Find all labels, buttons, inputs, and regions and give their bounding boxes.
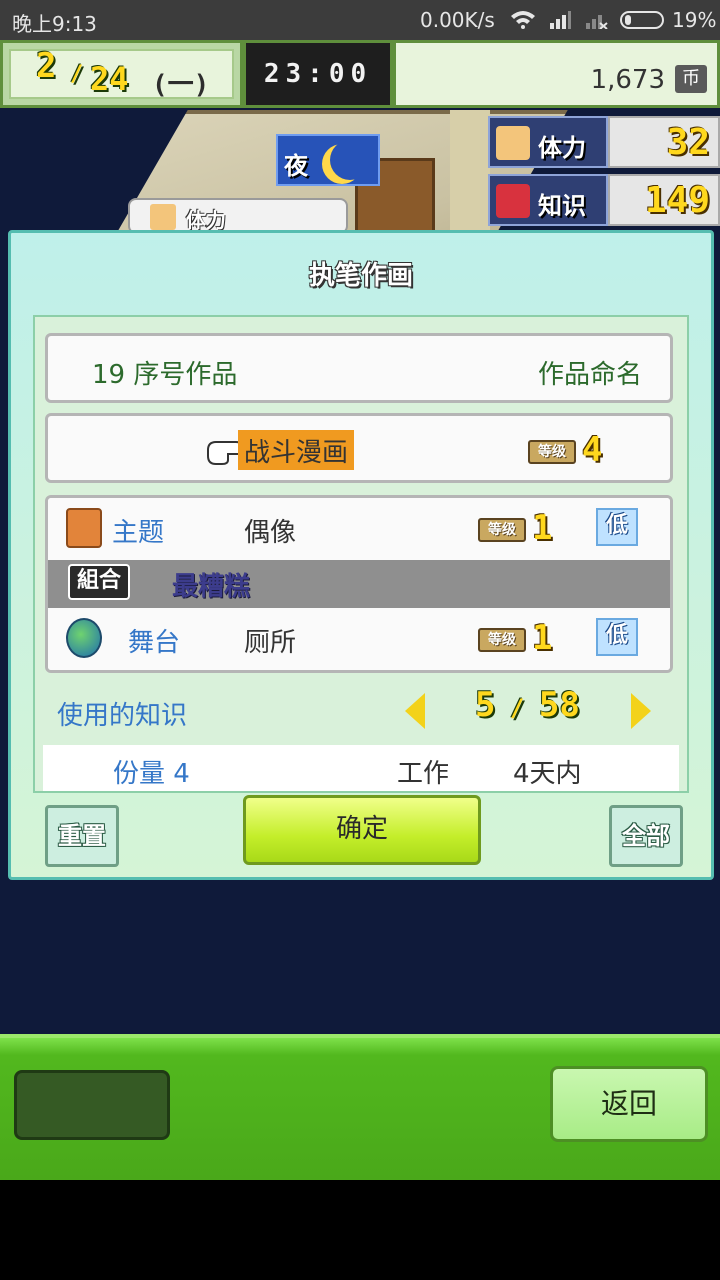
combo-rating-bar: 組合 最糟糕 xyxy=(48,560,670,608)
status-battery: 19% xyxy=(672,8,717,32)
date-day: 24 xyxy=(90,60,129,98)
stamina-bubble: 体力 xyxy=(128,198,348,234)
volume-text: 份量 4 xyxy=(113,759,190,789)
theme-grade-badge: 低 xyxy=(596,508,638,546)
create-work-dialog: 执笔作画 19 序号作品 作品命名 战斗漫画 等级 4 主题 偶像 等级 1 低… xyxy=(8,230,714,880)
theme-row[interactable]: 主题 偶像 等级 1 低 xyxy=(48,498,670,560)
all-button[interactable]: 全部 xyxy=(609,805,683,867)
combo-box: 主题 偶像 等级 1 低 組合 最糟糕 舞台 厕所 等级 1 低 xyxy=(45,495,673,673)
decrease-arrow-icon[interactable] xyxy=(405,693,425,729)
no-signal-icon xyxy=(586,15,608,29)
genre-level-value: 4 xyxy=(582,430,603,470)
knowledge-stat: 知识 149 xyxy=(488,174,720,226)
combo-label: 組合 xyxy=(68,564,130,600)
increase-arrow-icon[interactable] xyxy=(631,693,651,729)
stage-category: 舞台 xyxy=(128,628,181,658)
theme-level-value: 1 xyxy=(532,508,553,548)
theme-category: 主题 xyxy=(112,518,165,548)
battery-icon xyxy=(620,11,664,29)
date-slash: / xyxy=(70,62,84,87)
money-panel: 1,673 币 xyxy=(393,40,720,108)
knowledge-used-label: 使用的知识 xyxy=(57,701,188,731)
book-icon xyxy=(66,508,102,548)
knowledge-used-row: 使用的知识 5 / 58 xyxy=(45,685,673,735)
bottom-bar: 返回 xyxy=(0,1034,720,1180)
bottom-strip xyxy=(0,1180,720,1280)
stamina-value: 32 xyxy=(666,122,710,163)
level-badge-icon: 等级 xyxy=(478,628,526,652)
globe-icon xyxy=(66,618,102,658)
work-name-row[interactable]: 19 序号作品 作品命名 xyxy=(45,333,673,403)
stage-row[interactable]: 舞台 厕所 等级 1 低 xyxy=(48,608,670,670)
wifi-icon xyxy=(511,11,535,29)
stage-grade-badge: 低 xyxy=(596,618,638,656)
moon-icon xyxy=(330,140,370,180)
work-label: 工作 xyxy=(397,759,450,789)
status-net-speed: 0.00K/s xyxy=(420,8,495,32)
night-label: 夜 xyxy=(284,152,308,180)
back-button[interactable]: 返回 xyxy=(550,1066,708,1142)
confirm-button[interactable]: 确定 xyxy=(243,795,481,865)
coin-icon: 币 xyxy=(675,65,707,93)
bubble-label: 体力 xyxy=(186,208,226,232)
stage-level-value: 1 xyxy=(532,618,553,658)
date-month: 2 xyxy=(36,46,57,86)
genre-row[interactable]: 战斗漫画 等级 4 xyxy=(45,413,673,483)
genre-value[interactable]: 战斗漫画 xyxy=(238,430,355,470)
theme-value: 偶像 xyxy=(244,518,297,548)
work-info-row: 份量 4 工作 4天内 xyxy=(43,745,679,791)
knowledge-label: 知识 xyxy=(538,192,586,220)
stamina-icon xyxy=(496,126,530,160)
work-number: 19 序号作品 xyxy=(92,360,238,390)
money-amount: 1,673 xyxy=(590,65,665,95)
reset-button[interactable]: 重置 xyxy=(45,805,119,867)
clock-panel: 23:00 xyxy=(243,40,393,108)
knowledge-icon xyxy=(496,184,530,218)
night-indicator: 夜 xyxy=(276,134,380,186)
date-weekday: (一) xyxy=(152,70,210,100)
combo-rating: 最糟糕 xyxy=(172,572,251,602)
signal-icon xyxy=(550,11,571,29)
stamina-icon xyxy=(150,204,176,230)
level-badge-icon: 等级 xyxy=(478,518,526,542)
knowledge-used-count: 5 / 58 xyxy=(475,685,580,725)
rename-button[interactable]: 作品命名 xyxy=(538,354,642,391)
stamina-stat: 体力 32 xyxy=(488,116,720,168)
status-bar: 晚上9:13 0.00K/s 19% xyxy=(0,0,720,40)
empty-slot xyxy=(14,1070,170,1140)
stage-value: 厕所 xyxy=(244,628,297,658)
dialog-body: 19 序号作品 作品命名 战斗漫画 等级 4 主题 偶像 等级 1 低 組合 最… xyxy=(33,315,689,793)
status-time: 晚上9:13 xyxy=(12,12,97,36)
dialog-title: 执笔作画 xyxy=(308,261,413,291)
knowledge-value: 149 xyxy=(644,180,710,221)
work-days: 4天内 xyxy=(513,759,582,789)
stamina-label: 体力 xyxy=(538,134,586,162)
level-badge-icon: 等级 xyxy=(528,440,576,464)
clock-time: 23:00 xyxy=(263,59,373,89)
